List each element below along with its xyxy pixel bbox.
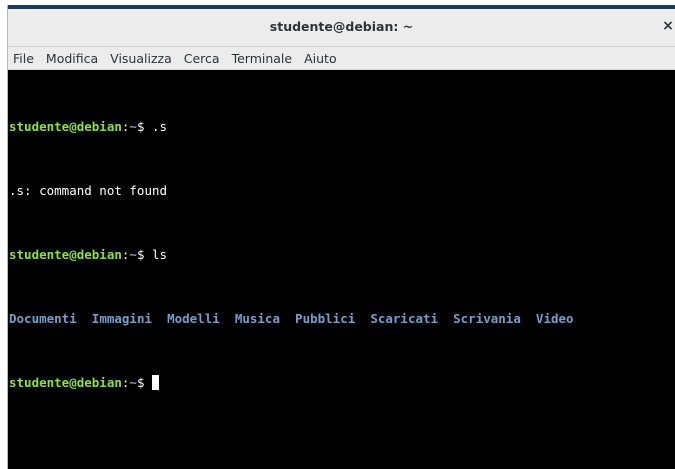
menu-file[interactable]: File [8, 51, 39, 66]
directory-entry: Documenti [9, 311, 77, 326]
command-text: .s [152, 119, 168, 134]
menu-bar: File Modifica Visualizza Cerca Terminale… [8, 47, 675, 70]
prompt-path: ~ [129, 119, 137, 134]
close-icon: × [662, 18, 674, 34]
menu-modifica[interactable]: Modifica [41, 51, 103, 66]
prompt-user: studente@debian [9, 119, 122, 134]
directory-entry: Immagini [91, 311, 153, 326]
title-bar[interactable]: studente@debian: ~ × [8, 9, 675, 47]
command-text: ls [152, 247, 168, 262]
directory-entry: Musica [234, 311, 280, 326]
directory-entry: Scrivania [453, 311, 521, 326]
terminal-output[interactable]: studente@debian:~$ .s .s: command not fo… [8, 70, 675, 469]
prompt-path: ~ [129, 247, 137, 262]
command-output: .s: command not found [9, 183, 168, 198]
prompt-user: studente@debian [9, 375, 122, 390]
directory-entry: Video [535, 311, 574, 326]
prompt-user: studente@debian [9, 247, 122, 262]
window-title: studente@debian: ~ [269, 19, 414, 34]
menu-aiuto[interactable]: Aiuto [299, 51, 342, 66]
terminal-window: studente@debian: ~ × File Modifica Visua… [7, 5, 675, 469]
terminal-line: studente@debian:~$ [9, 375, 674, 391]
prompt-symbol: $ [136, 247, 153, 262]
directory-entry: Pubblici [295, 311, 356, 326]
prompt-symbol: $ [136, 119, 153, 134]
terminal-line: .s: command not found [9, 183, 674, 199]
close-button[interactable]: × [661, 17, 675, 35]
prompt-path: ~ [129, 375, 137, 390]
terminal-line: studente@debian:~$ .s [9, 119, 674, 135]
text-cursor [152, 375, 160, 390]
menu-cerca[interactable]: Cerca [179, 51, 225, 66]
terminal-line: studente@debian:~$ ls [9, 247, 674, 263]
prompt-symbol: $ [136, 375, 153, 390]
menu-terminale[interactable]: Terminale [227, 51, 298, 66]
directory-entry: Modelli [167, 311, 220, 326]
ls-output-line: Documenti Immagini Modelli Musica Pubbli… [9, 311, 674, 327]
directory-entry: Scaricati [370, 311, 439, 326]
menu-visualizza[interactable]: Visualizza [105, 51, 177, 66]
